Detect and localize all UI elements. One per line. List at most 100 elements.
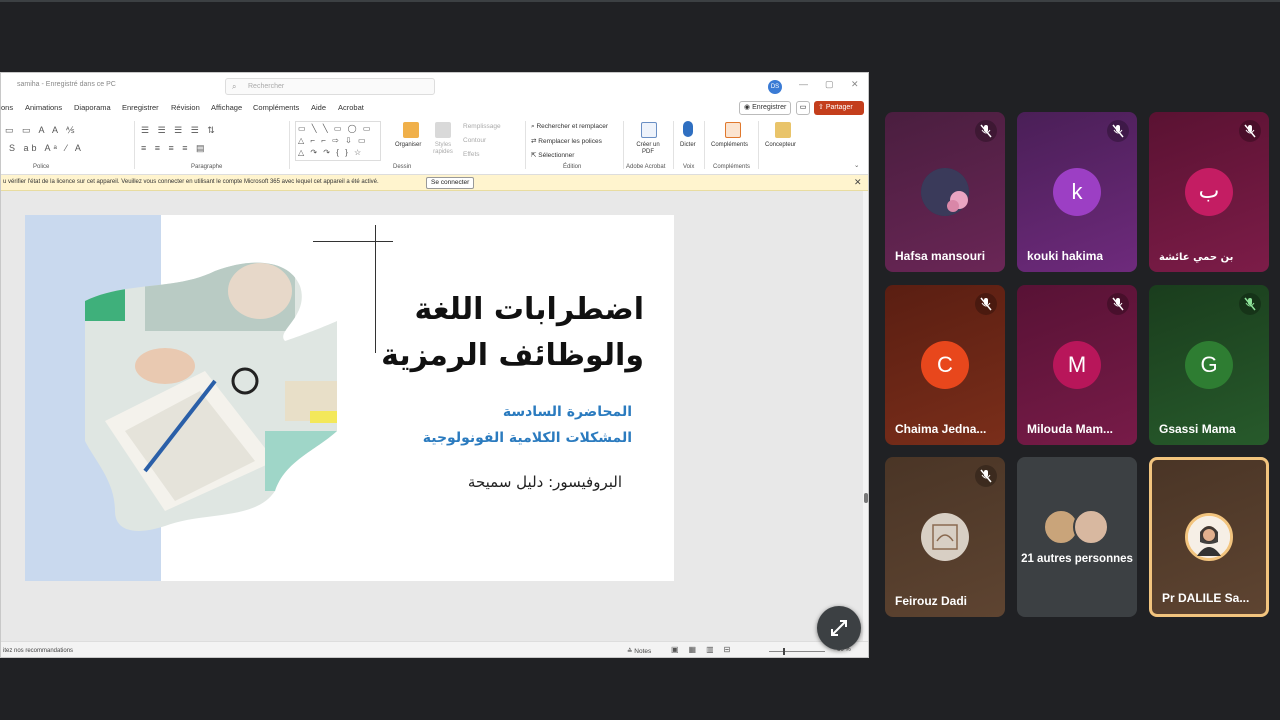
tab-animations[interactable]: Animations: [25, 103, 62, 112]
minimize-icon[interactable]: —: [799, 79, 808, 89]
decorative-line: [375, 225, 376, 353]
designer-icon[interactable]: [775, 122, 791, 138]
tab-acrobat[interactable]: Acrobat: [338, 103, 364, 112]
tab-revision[interactable]: Révision: [171, 103, 200, 112]
share-icon: ⇧: [818, 104, 826, 111]
styles-label[interactable]: Styles rapides: [427, 142, 459, 156]
view-buttons[interactable]: ▣▦▥⊟: [671, 645, 740, 654]
participant-name: بن حمي عائشة: [1159, 252, 1234, 263]
addins-label[interactable]: Compléments: [711, 142, 748, 148]
ribbon: ▭ ▭ A A ⅍ S ab Aᵃ ⁄ A Police ☰ ☰ ☰ ☰ ⇅ ≡…: [1, 117, 868, 175]
slide-subtitle-line1: المحاضرة السادسة: [502, 404, 632, 420]
outline-option[interactable]: Contour: [463, 137, 486, 144]
participant-name: kouki hakima: [1027, 249, 1104, 263]
shape-icons-row1: ▭ ╲ ╲ ▭ ◯ ▭: [298, 124, 373, 133]
presentation-window: samiha - Enregistré dans ce PC ⌕ Recherc…: [0, 72, 869, 658]
close-warning-icon[interactable]: ✕: [854, 177, 862, 188]
share-button[interactable]: ⇧ Partager: [814, 101, 864, 115]
find-replace-option[interactable]: ⌕ Rechercher et remplacer: [531, 123, 608, 131]
dictate-label[interactable]: Dicter: [680, 142, 696, 148]
sign-in-button[interactable]: Se connecter: [426, 177, 475, 189]
participant-tile[interactable]: ب بن حمي عائشة: [1149, 112, 1269, 272]
others-count: 21 autres personnes: [1021, 553, 1133, 565]
select-option[interactable]: ⇱ Sélectionner: [531, 151, 574, 159]
effects-option[interactable]: Effets: [463, 151, 480, 158]
quick-styles-icon[interactable]: [435, 122, 451, 138]
group-dessin: Dessin: [393, 164, 412, 170]
ribbon-collapse-icon[interactable]: ⌄: [854, 161, 859, 169]
shapes-gallery[interactable]: ▭ ╲ ╲ ▭ ◯ ▭ △ ⌐ ⌐ ⇨ ⇩ ▭ △ ↷ ↷ { } ☆: [295, 121, 381, 161]
participant-avatar: k: [1053, 168, 1101, 216]
status-bar: itez nos recommandations ≙ Notes ▣▦▥⊟ 60…: [1, 641, 868, 657]
record-button[interactable]: ◉ Enregistrer: [739, 101, 791, 115]
comments-button[interactable]: ▭: [796, 101, 810, 115]
zoom-slider-thumb[interactable]: [783, 648, 785, 655]
tab-diaporama[interactable]: Diaporama: [74, 103, 111, 112]
status-recommendations[interactable]: itez nos recommandations: [3, 648, 73, 654]
close-window-icon[interactable]: ✕: [851, 79, 859, 90]
account-avatar[interactable]: DS: [768, 80, 782, 94]
font-format-icons[interactable]: S ab Aᵃ ⁄ A: [9, 143, 84, 153]
maximize-icon[interactable]: ▢: [825, 79, 834, 90]
create-pdf-label[interactable]: Créer un PDF: [631, 142, 665, 156]
organiser-label[interactable]: Organiser: [395, 142, 421, 148]
slide-title-line2: والوظائف الرمزية: [381, 338, 644, 373]
participant-avatar: [921, 168, 969, 216]
tab-affichage[interactable]: Affichage: [211, 103, 242, 112]
participant-name: Gsassi Mama: [1159, 422, 1236, 436]
participant-name: Milouda Mam...: [1027, 422, 1114, 436]
align-icons[interactable]: ≡ ≡ ≡ ≡ ▤: [141, 143, 208, 154]
mic-off-icon: [1107, 293, 1129, 315]
license-warning-bar: u vérifier l'état de la licence sur cet …: [1, 175, 868, 191]
replace-fonts-option[interactable]: ⇄ Remplacer les polices: [531, 137, 602, 145]
participant-avatar: M: [1053, 341, 1101, 389]
license-message: u vérifier l'état de la licence sur cet …: [3, 179, 379, 185]
participant-tile[interactable]: Hafsa mansouri: [885, 112, 1005, 272]
fullscreen-button[interactable]: [817, 606, 861, 650]
slide-title-line1: اضطرابات اللغة: [414, 292, 644, 327]
participant-tile[interactable]: C Chaima Jedna...: [885, 285, 1005, 445]
participant-avatar: C: [921, 341, 969, 389]
addins-icon[interactable]: [725, 122, 741, 138]
participant-tile[interactable]: Feirouz Dadi: [885, 457, 1005, 617]
mic-off-icon: [975, 465, 997, 487]
zoom-slider[interactable]: [769, 651, 825, 652]
tab-complements[interactable]: Compléments: [253, 103, 299, 112]
tab-enregistrer[interactable]: Enregistrer: [122, 103, 159, 112]
others-tile[interactable]: 21 autres personnes: [1017, 457, 1137, 617]
create-pdf-icon[interactable]: [641, 122, 657, 138]
participant-name: Pr DALILE Sa...: [1162, 591, 1250, 605]
participant-name: Feirouz Dadi: [895, 594, 968, 608]
participant-tile[interactable]: k kouki hakima: [1017, 112, 1137, 272]
list-icons[interactable]: ☰ ☰ ☰ ☰ ⇅: [141, 125, 218, 136]
tab-transitions[interactable]: ons: [1, 103, 13, 112]
slide-title[interactable]: اضطرابات اللغة والوظائف الرمزية: [381, 287, 644, 379]
share-label: Partager: [825, 104, 853, 111]
notes-button[interactable]: ≙ Notes: [627, 647, 651, 655]
slide[interactable]: اضطرابات اللغة والوظائف الرمزية المحاضرة…: [25, 215, 674, 581]
avatar-image: [1188, 516, 1230, 558]
record-label: Enregistrer: [752, 104, 787, 111]
designer-label[interactable]: Concepteur: [765, 142, 796, 148]
slide-author[interactable]: البروفيسور: دليل سميحة: [468, 473, 622, 491]
participant-tile[interactable]: M Milouda Mam...: [1017, 285, 1137, 445]
participant-avatar: [1073, 509, 1109, 545]
divider: [623, 121, 624, 169]
divider: [758, 121, 759, 169]
scrollbar-thumb[interactable]: [864, 493, 868, 503]
calligraphy-logo-icon: [932, 524, 958, 550]
search-box[interactable]: ⌕ Rechercher: [225, 78, 435, 95]
active-speaker-tile[interactable]: Pr DALILE Sa...: [1149, 457, 1269, 617]
fill-option[interactable]: Remplissage: [463, 123, 501, 130]
mic-off-icon: [1107, 120, 1129, 142]
notes-label: Notes: [634, 648, 652, 655]
vertical-scrollbar[interactable]: [863, 191, 868, 641]
arrange-icon[interactable]: [403, 122, 419, 138]
microphone-icon[interactable]: [683, 121, 693, 137]
divider: [525, 121, 526, 169]
participant-tile[interactable]: G Gsassi Mama: [1149, 285, 1269, 445]
tab-aide[interactable]: Aide: [311, 103, 326, 112]
slide-subtitle[interactable]: المحاضرة السادسة المشكلات الكلامية الفون…: [423, 399, 632, 451]
font-size-controls[interactable]: ▭ ▭ A A ⅍: [5, 125, 78, 136]
document-title: samiha - Enregistré dans ce PC: [17, 81, 116, 88]
